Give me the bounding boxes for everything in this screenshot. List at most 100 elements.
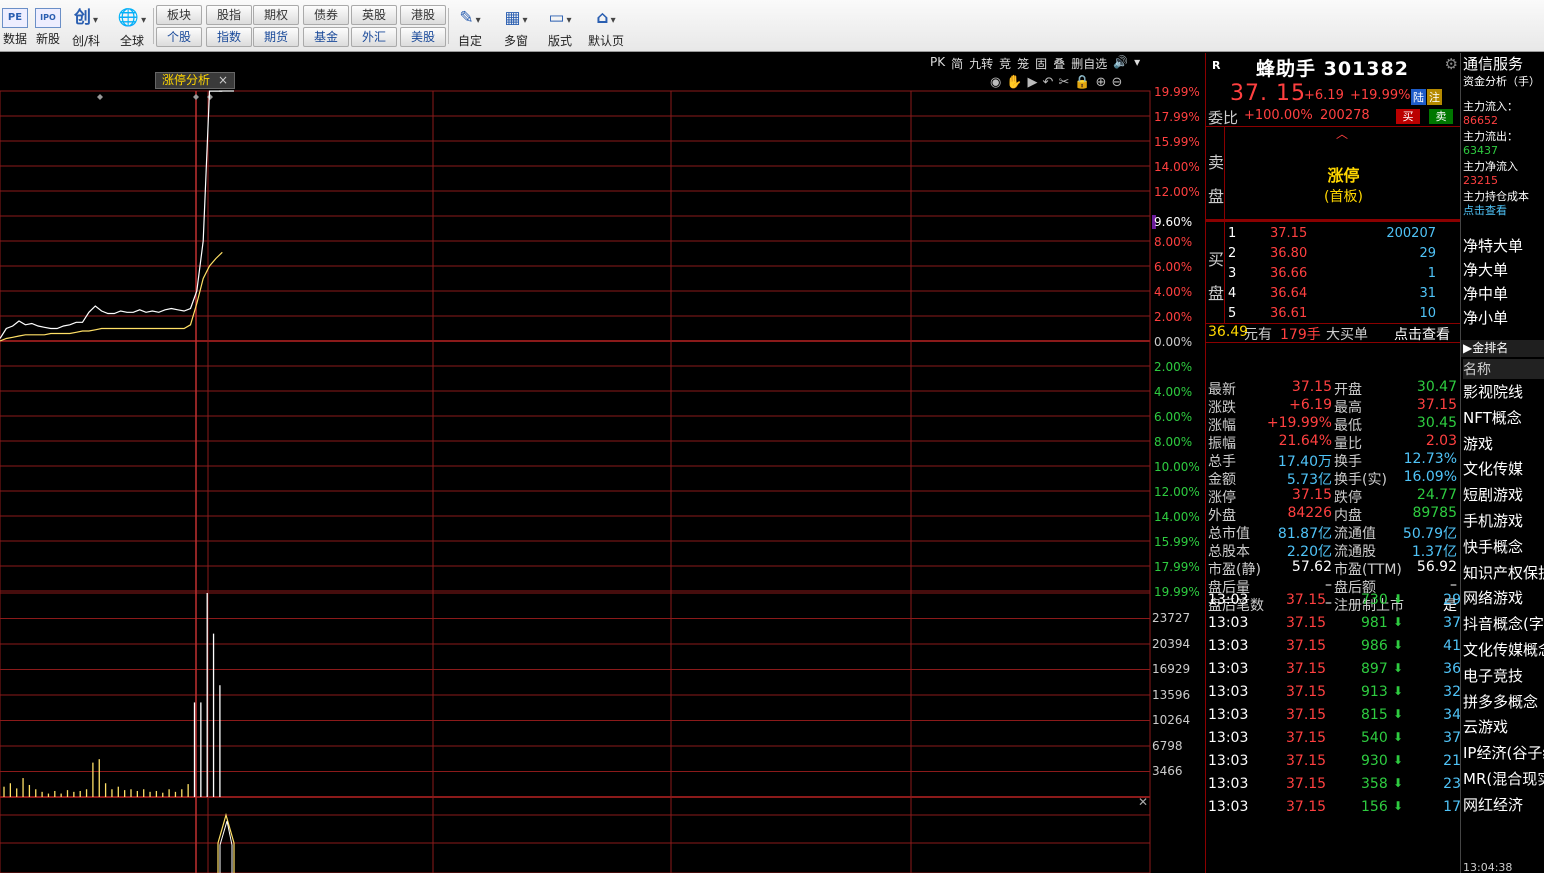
intraday-chart[interactable]: PK 简九转竞笼固叠删自选 🔊 ▾ ◉ ✋ ▶ ↶ ✂ 🔒 ⊕ ⊖ 涨停分析 × 19.… bbox=[0, 53, 1205, 873]
quote-stat: 总手 17.40万 bbox=[1208, 451, 1332, 470]
close-subchart-icon[interactable]: ✕ bbox=[1138, 795, 1148, 809]
chart-tool-button[interactable]: 简 bbox=[949, 55, 965, 71]
concept-item[interactable]: 游戏 bbox=[1463, 433, 1493, 454]
limit-up-analysis-tab[interactable]: 涨停分析 × bbox=[155, 72, 236, 89]
concept-item[interactable]: 电子竞技 bbox=[1463, 665, 1523, 686]
chart-tool-button[interactable]: 竞 bbox=[997, 55, 1013, 71]
play-icon[interactable]: ▶ bbox=[1028, 75, 1038, 90]
concept-item[interactable]: NFT概念 bbox=[1463, 407, 1522, 428]
chart-tool-button[interactable]: 九转 bbox=[967, 55, 995, 71]
lock-icon[interactable]: 🔒 bbox=[1074, 75, 1090, 90]
custom-tool-button[interactable]: ✎ 自定 bbox=[452, 2, 488, 49]
market-button[interactable]: 债券 bbox=[303, 5, 349, 25]
sell-side-label: 卖 bbox=[1208, 153, 1225, 172]
concept-item[interactable]: MR(混合现实) bbox=[1463, 768, 1544, 789]
trade-count: 23 bbox=[1443, 776, 1460, 792]
quote-stat: 涨停 37.15 bbox=[1208, 487, 1332, 506]
trade-row: 13:03 37.15 156 ⬇ 17 bbox=[1206, 796, 1460, 819]
concept-item[interactable]: 快手概念 bbox=[1463, 536, 1523, 557]
quote-panel: R 蜂助手 301382 ⚙ 37. 15 +6.19 +19.99% 陆 注 … bbox=[1205, 53, 1460, 873]
chart-icon-row: ◉ ✋ ▶ ↶ ✂ 🔒 ⊕ ⊖ bbox=[990, 75, 1122, 90]
multi-window-tool-button[interactable]: ▦ 多窗 bbox=[496, 2, 536, 49]
trade-count: 32 bbox=[1443, 684, 1460, 700]
gear-icon[interactable]: ⚙ bbox=[1445, 55, 1458, 73]
eye-icon[interactable]: ◉ bbox=[990, 75, 1001, 90]
hand-icon[interactable]: ✋ bbox=[1006, 75, 1022, 90]
concept-item[interactable]: 手机游戏 bbox=[1463, 510, 1523, 531]
layout-tool-button[interactable]: ▭ 版式 bbox=[540, 2, 580, 49]
chart-tool-button[interactable]: 固 bbox=[1033, 55, 1049, 71]
bid-level[interactable]: 5 36.61 10 bbox=[1228, 306, 1458, 326]
bid-book: 买 盘 1 37.15 200207 2 36.80 29 3 36.66 1 4 36.64 31 5… bbox=[1206, 222, 1460, 324]
concept-item[interactable]: 文化传媒概念 bbox=[1463, 639, 1544, 660]
market-button[interactable]: 基金 bbox=[303, 27, 349, 47]
trading-app: PE 数据 IPO 新股 创 创/科 🌐 全球 ✎ 自定 ▦ 多窗 ▭ 版式 bbox=[0, 0, 1544, 873]
chart-tool-button[interactable]: 🔊 bbox=[1111, 55, 1130, 71]
market-button[interactable]: 英股 bbox=[351, 5, 397, 25]
chart-tool-button[interactable]: 笼 bbox=[1015, 55, 1031, 71]
bid-level[interactable]: 1 37.15 200207 bbox=[1228, 226, 1458, 246]
ipo-tool-button[interactable]: IPO 新股 bbox=[35, 2, 61, 47]
undo-icon[interactable]: ↶ bbox=[1043, 75, 1054, 90]
event-marker[interactable] bbox=[97, 94, 103, 100]
limit-up-status: 涨停 (首板) bbox=[1306, 162, 1381, 206]
main-cost-link[interactable]: 点击查看 bbox=[1463, 202, 1507, 218]
chevron-up-icon[interactable]: ︿ bbox=[1336, 125, 1348, 142]
zoom-in-icon[interactable]: ⊕ bbox=[1096, 75, 1107, 90]
quote-stat: 振幅 21.64% bbox=[1208, 433, 1332, 452]
big-buy-link[interactable]: 点击查看 bbox=[1394, 324, 1450, 344]
concept-item[interactable]: 知识产权保护 bbox=[1463, 562, 1544, 583]
concept-item[interactable]: 云游戏 bbox=[1463, 716, 1508, 737]
event-marker[interactable] bbox=[193, 94, 199, 100]
market-button[interactable]: 板块 bbox=[156, 5, 202, 25]
trade-time: 13:03 bbox=[1208, 707, 1249, 723]
close-icon[interactable]: × bbox=[218, 73, 228, 87]
bid-level[interactable]: 2 36.80 29 bbox=[1228, 246, 1458, 266]
concept-item[interactable]: 文化传媒 bbox=[1463, 458, 1523, 479]
tool-label: 多窗 bbox=[503, 34, 528, 48]
data-tool-button[interactable]: PE 数据 bbox=[2, 2, 28, 47]
sell-button[interactable]: 卖 bbox=[1429, 109, 1453, 124]
price-axis-label: 14.00% bbox=[1154, 510, 1200, 524]
chuangke-tool-button[interactable]: 创 创/科 bbox=[68, 2, 104, 49]
concept-item[interactable]: 网红经济 bbox=[1463, 794, 1523, 815]
market-button[interactable]: 个股 bbox=[156, 27, 202, 47]
concept-rank-bar[interactable]: ▶金排名 bbox=[1461, 340, 1544, 357]
weibi-label: 委比 bbox=[1208, 109, 1239, 127]
stat-value: 37.15 bbox=[1291, 379, 1332, 395]
industry-label[interactable]: 通信服务 bbox=[1463, 53, 1523, 74]
trade-count: 17 bbox=[1443, 799, 1460, 815]
chart-tool-button[interactable]: PK bbox=[928, 55, 947, 71]
market-button[interactable]: 港股 bbox=[400, 5, 446, 25]
quote-stat: 最低 30.45 bbox=[1334, 415, 1457, 434]
market-button[interactable]: 股指 bbox=[206, 5, 252, 25]
concept-item[interactable]: 拼多多概念 bbox=[1463, 691, 1538, 712]
concept-item[interactable]: IP经济(谷子经济) bbox=[1463, 742, 1544, 763]
trade-price: 37.15 bbox=[1286, 730, 1327, 746]
global-tool-button[interactable]: 🌐 全球 bbox=[113, 2, 151, 49]
buy-button[interactable]: 买 bbox=[1396, 109, 1420, 124]
price-axis-label: 2.00% bbox=[1154, 310, 1193, 324]
sell-side-label: 盘 bbox=[1208, 187, 1225, 206]
concept-item[interactable]: 抖音概念(字节概念) bbox=[1463, 613, 1544, 634]
scissors-icon[interactable]: ✂ bbox=[1058, 75, 1069, 90]
chart-tool-button[interactable]: 叠 bbox=[1051, 55, 1067, 71]
bid-level[interactable]: 3 36.66 1 bbox=[1228, 266, 1458, 286]
quote-stat: 涨幅 +19.99% bbox=[1208, 415, 1332, 434]
trade-row: 13:03 37.15 981 ⬇ 37 bbox=[1206, 612, 1460, 635]
concept-item[interactable]: 网络游戏 bbox=[1463, 587, 1523, 608]
concept-item[interactable]: 影视院线 bbox=[1463, 381, 1523, 402]
default-page-tool-button[interactable]: ⌂ 默认页 bbox=[585, 2, 627, 49]
bid-level[interactable]: 4 36.64 31 bbox=[1228, 286, 1458, 306]
market-button[interactable]: 期货 bbox=[253, 27, 299, 47]
market-button[interactable]: 美股 bbox=[400, 27, 446, 47]
chart-tool-button[interactable]: 删自选 bbox=[1069, 55, 1109, 71]
market-button[interactable]: 指数 bbox=[206, 27, 252, 47]
tool-label: 版式 bbox=[547, 34, 572, 48]
chart-tool-button[interactable]: ▾ bbox=[1132, 55, 1142, 71]
zoom-out-icon[interactable]: ⊖ bbox=[1111, 75, 1122, 90]
market-button[interactable]: 期权 bbox=[253, 5, 299, 25]
market-button[interactable]: 外汇 bbox=[351, 27, 397, 47]
concept-item[interactable]: 短剧游戏 bbox=[1463, 484, 1523, 505]
main-outflow-value: 63437 bbox=[1463, 144, 1498, 157]
